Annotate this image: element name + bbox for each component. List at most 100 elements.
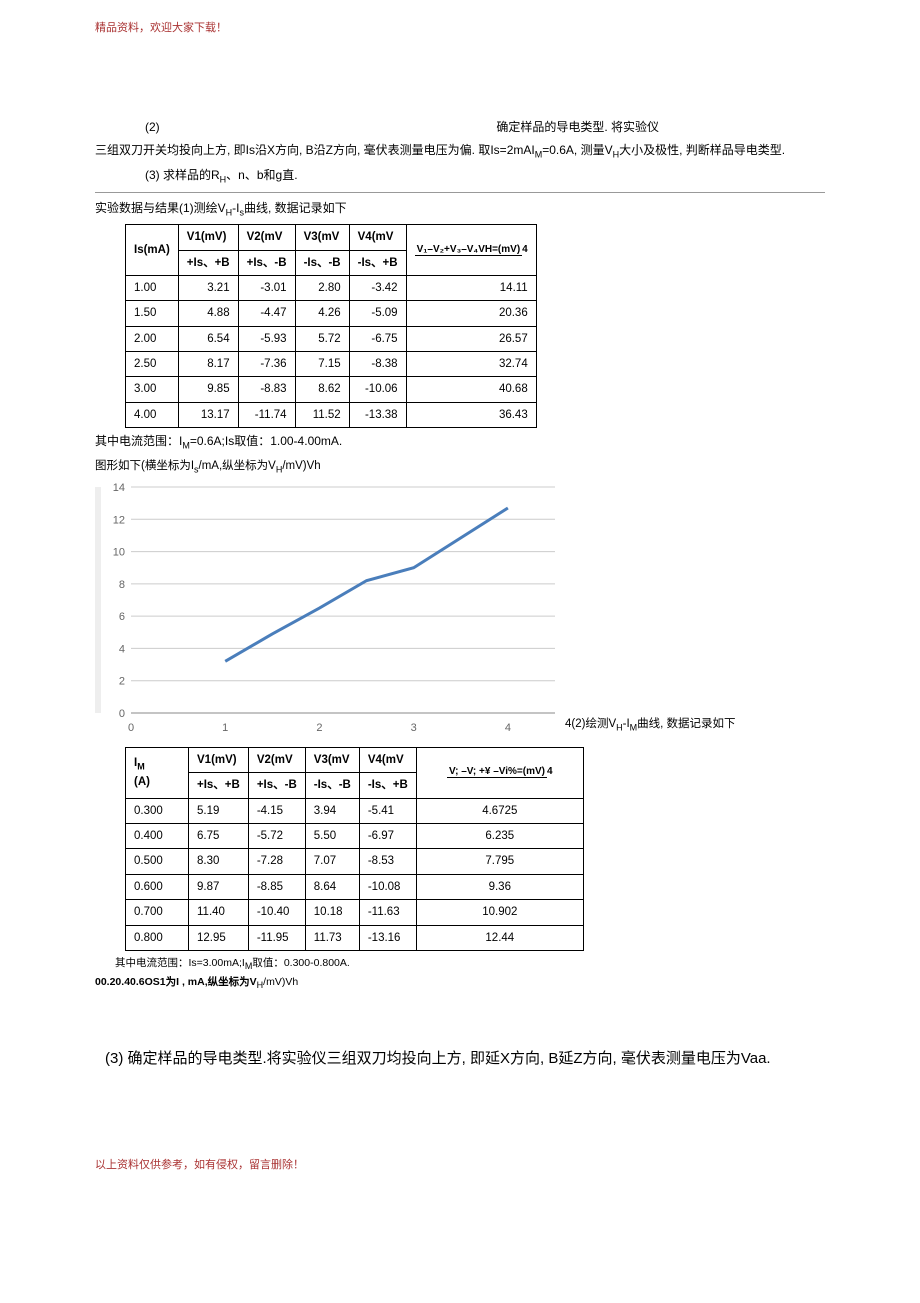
- table-cell: -11.95: [248, 925, 305, 950]
- svg-text:0: 0: [128, 722, 134, 734]
- svg-text:8: 8: [119, 579, 125, 591]
- footer-note: 以上资料仅供参考，如有侵权，留言删除！: [95, 1157, 825, 1175]
- table-cell: 9.87: [189, 874, 249, 899]
- table-cell: 4.88: [178, 301, 238, 326]
- table-cell: 6.235: [416, 824, 583, 849]
- table-cell: 14.11: [406, 275, 536, 300]
- table-cell: 1.50: [126, 301, 179, 326]
- table-cell: -11.74: [238, 402, 295, 427]
- table-row: 1.003.21-3.012.80-3.4214.11: [126, 275, 537, 300]
- table-cell: 11.52: [295, 402, 349, 427]
- chart1-caption-a: 图形如下(横坐标为I: [95, 460, 194, 472]
- table-cell: 11.40: [189, 900, 249, 925]
- th-vh: V₁–V₂+V₃–V₄VH=(mV)4: [406, 225, 536, 276]
- results-tail: 曲线, 数据记录如下: [244, 201, 347, 215]
- table-row: 2.508.17-7.367.15-8.3832.74: [126, 352, 537, 377]
- table2-note-b: 取值：0.300-0.800A.: [252, 957, 349, 969]
- table-cell: 36.43: [406, 402, 536, 427]
- table-cell: 0.300: [126, 798, 189, 823]
- table-cell: -6.75: [349, 326, 406, 351]
- table-cell: -6.97: [359, 824, 416, 849]
- table-cell: -10.08: [359, 874, 416, 899]
- th-v4: V4(mV: [359, 747, 416, 772]
- table-cell: -5.72: [248, 824, 305, 849]
- table-cell: 8.64: [305, 874, 359, 899]
- table-cell: 8.17: [178, 352, 238, 377]
- th-v3-sub: -Is、-B: [295, 250, 349, 275]
- item-2-text-b: 三组双刀开关均投向上方, 即Is沿X方向, B沿Z方向, 毫伏表测量电压为偏. …: [95, 143, 535, 157]
- table-cell: 5.19: [189, 798, 249, 823]
- table-cell: 5.50: [305, 824, 359, 849]
- table-cell: 4.6725: [416, 798, 583, 823]
- table-cell: -4.15: [248, 798, 305, 823]
- table-row: 0.80012.95-11.9511.73-13.1612.44: [126, 925, 584, 950]
- table-cell: 11.73: [305, 925, 359, 950]
- th-v1-sub: +Is、+B: [189, 773, 249, 798]
- table-cell: 3.21: [178, 275, 238, 300]
- table-cell: 9.36: [416, 874, 583, 899]
- th-vh: V; –V; +¥ –Vi%=(mV)4: [416, 747, 583, 798]
- table-cell: 0.700: [126, 900, 189, 925]
- th-v2: V2(mV: [248, 747, 305, 772]
- table-vh-im: IM (A) V1(mV) V2(mV V3(mV V4(mV V; –V; +…: [125, 747, 584, 951]
- table-cell: 2.80: [295, 275, 349, 300]
- table-row: 0.4006.75-5.725.50-6.976.235: [126, 824, 584, 849]
- table-cell: 1.00: [126, 275, 179, 300]
- th-v1-sub: +Is、+B: [178, 250, 238, 275]
- item-2-text-a: 确定样品的导电类型. 将实验仪: [496, 120, 659, 134]
- table1-note-tail: =0.6A;Is取值：1.00-4.00mA.: [190, 434, 342, 448]
- table-cell: 6.54: [178, 326, 238, 351]
- table-cell: 9.85: [178, 377, 238, 402]
- table-cell: 13.17: [178, 402, 238, 427]
- table-cell: -5.41: [359, 798, 416, 823]
- table-cell: 4.26: [295, 301, 349, 326]
- divider: [95, 192, 825, 193]
- th-v4-sub: -Is、+B: [359, 773, 416, 798]
- table-cell: -10.40: [248, 900, 305, 925]
- table-cell: 0.400: [126, 824, 189, 849]
- th-v1: V1(mV): [189, 747, 249, 772]
- table-vh-is: Is(mA) V1(mV) V2(mV V3(mV V4(mV V₁–V₂+V₃…: [125, 224, 537, 428]
- th-v3-sub: -Is、-B: [305, 773, 359, 798]
- subscript-m: M: [182, 441, 190, 451]
- table-cell: -3.01: [238, 275, 295, 300]
- item-3-text: (3) 求样品的R: [145, 168, 220, 182]
- table-cell: 8.62: [295, 377, 349, 402]
- table-cell: 6.75: [189, 824, 249, 849]
- table1-note: 其中电流范围：I: [95, 434, 182, 448]
- table-cell: 2.50: [126, 352, 179, 377]
- table-row: 0.3005.19-4.153.94-5.414.6725: [126, 798, 584, 823]
- svg-text:6: 6: [119, 611, 125, 623]
- table-cell: 7.15: [295, 352, 349, 377]
- table-cell: -11.63: [359, 900, 416, 925]
- table-cell: 2.00: [126, 326, 179, 351]
- table-row: 0.6009.87-8.858.64-10.089.36: [126, 874, 584, 899]
- th-im: IM (A): [126, 747, 189, 798]
- table-cell: 3.00: [126, 377, 179, 402]
- table2-note-a: 其中电流范围：Is=3.00mA;I: [115, 957, 245, 969]
- header-note: 精品资料，欢迎大家下载！: [95, 20, 825, 38]
- results-title: 实验数据与结果(1)测绘V: [95, 201, 226, 215]
- item-2-text-b3: 大小及极性, 判断样品导电类型.: [619, 143, 785, 157]
- table-cell: -10.06: [349, 377, 406, 402]
- table-cell: 32.74: [406, 352, 536, 377]
- chart-vh-is: 0246810121401234: [95, 477, 565, 737]
- table-cell: 26.57: [406, 326, 536, 351]
- table-cell: 0.500: [126, 849, 189, 874]
- table-cell: 10.902: [416, 900, 583, 925]
- item-3-tail: 、n、b和g直.: [226, 168, 297, 182]
- table-cell: 20.36: [406, 301, 536, 326]
- chart1-caption-c: /mV)Vh: [282, 460, 320, 472]
- table-cell: -3.42: [349, 275, 406, 300]
- table-cell: 0.600: [126, 874, 189, 899]
- svg-text:1: 1: [222, 722, 228, 734]
- table-cell: 12.44: [416, 925, 583, 950]
- th-v2: V2(mV: [238, 225, 295, 250]
- table-cell: 7.795: [416, 849, 583, 874]
- table-cell: -7.28: [248, 849, 305, 874]
- table-cell: -8.53: [359, 849, 416, 874]
- item-2-label: (2): [95, 120, 160, 134]
- table-cell: -4.47: [238, 301, 295, 326]
- th-v4-sub: -Is、+B: [349, 250, 406, 275]
- svg-text:3: 3: [411, 722, 417, 734]
